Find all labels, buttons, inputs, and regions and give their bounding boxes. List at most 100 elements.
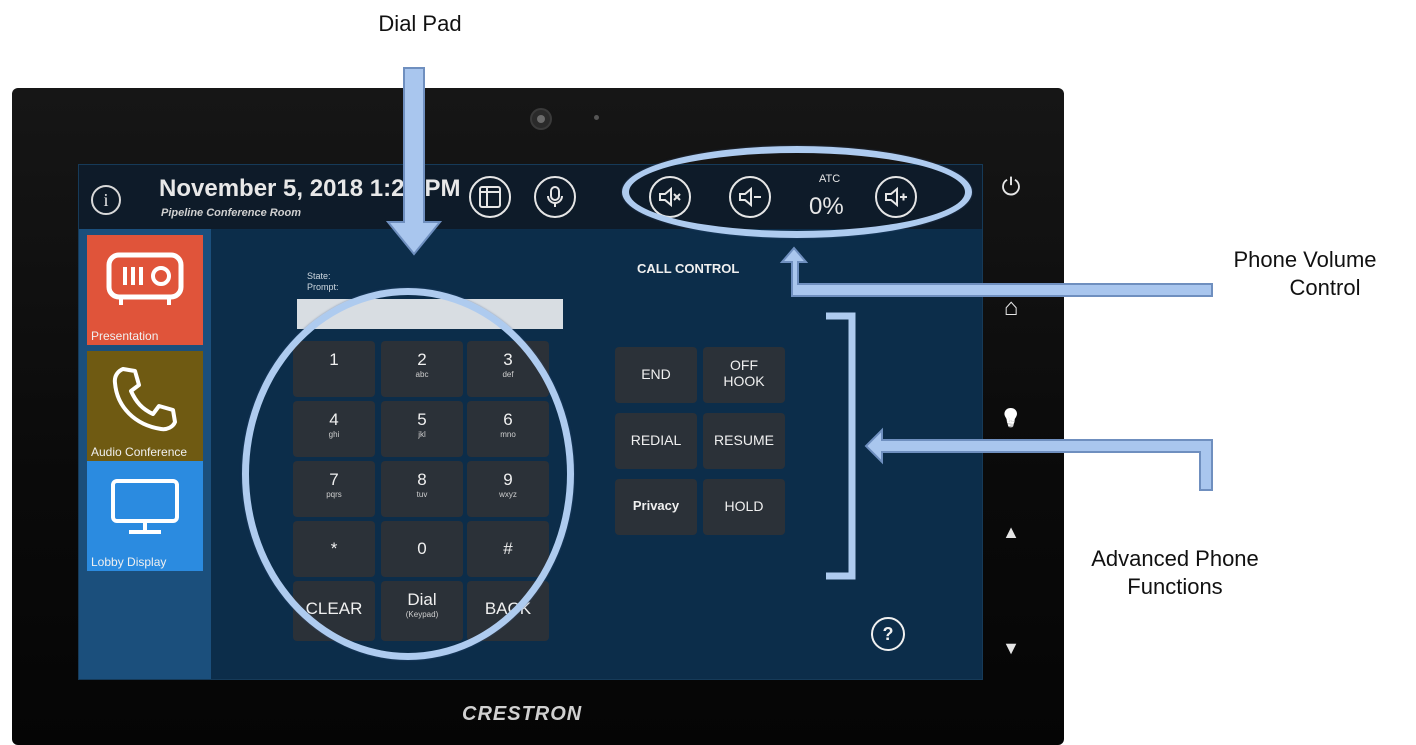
room-name: Pipeline Conference Room xyxy=(161,207,301,219)
home-icon[interactable]: ⌂ xyxy=(996,294,1026,322)
monitor-icon xyxy=(111,479,179,534)
date-time: November 5, 2018 1:20 PM xyxy=(159,175,461,202)
key-letters: tuv xyxy=(416,490,428,499)
speaker-mute-icon xyxy=(659,186,681,208)
dial-sublabel: (Keypad) xyxy=(405,610,439,619)
touch-screen: i November 5, 2018 1:20 PM Pipeline Conf… xyxy=(78,164,983,680)
audio-conference-panel: State: Prompt: 1 2 abc 3 def 4 ghi 5 jkl 6 mn… xyxy=(211,229,982,679)
key-digit: 1 xyxy=(329,350,339,369)
sidebar-item-lobby-display[interactable]: Lobby Display xyxy=(87,461,203,571)
atc-label: ATC xyxy=(819,173,841,185)
sidebar-item-label: Presentation xyxy=(91,329,159,343)
volume-up-button[interactable] xyxy=(875,176,917,218)
back-label: BACK xyxy=(484,599,532,618)
key-digit: 9 xyxy=(503,470,513,489)
off-hook-line2: HOOK xyxy=(723,373,765,389)
key-digit: 2 xyxy=(417,350,427,369)
key-letters: jkl xyxy=(418,430,426,439)
speaker-minus-icon xyxy=(739,186,761,208)
room-layout-button[interactable] xyxy=(469,176,511,218)
key-letters: mno xyxy=(500,430,516,439)
keypad-key-hash[interactable]: # xyxy=(467,521,549,577)
keypad-key-5[interactable]: 5 jkl xyxy=(381,401,463,457)
phone-icon xyxy=(112,367,177,432)
sidebar-item-audio-conference[interactable]: Audio Conference xyxy=(87,351,203,461)
speaker-plus-icon xyxy=(885,186,907,208)
power-icon[interactable]: ⏻ xyxy=(996,174,1026,202)
state-prompt-labels: State: Prompt: xyxy=(307,271,339,293)
key-digit: 3 xyxy=(503,350,513,369)
key-digit: 6 xyxy=(503,410,513,429)
callout-phone-volume: Phone Volume Control xyxy=(1205,246,1405,302)
callout-advanced-line2: Functions xyxy=(1127,574,1223,599)
keypad-key-0[interactable]: 0 xyxy=(381,521,463,577)
redial-label: REDIAL xyxy=(630,432,682,448)
volume-mute-button[interactable] xyxy=(649,176,691,218)
key-digit: 4 xyxy=(329,410,339,429)
keypad-key-1[interactable]: 1 xyxy=(293,341,375,397)
keypad-key-3[interactable]: 3 def xyxy=(467,341,549,397)
microphone-icon xyxy=(547,186,563,207)
keypad-key-2[interactable]: 2 abc xyxy=(381,341,463,397)
privacy-button[interactable]: Privacy xyxy=(615,479,697,535)
key-letters: def xyxy=(502,370,514,379)
end-call-button[interactable]: END xyxy=(615,347,697,403)
atc-volume-level: 0% xyxy=(809,193,844,220)
callout-advanced-functions: Advanced Phone Functions xyxy=(1075,545,1275,601)
camera-icon xyxy=(530,108,552,130)
sidebar-item-label: Audio Conference xyxy=(91,445,188,459)
key-digit: 8 xyxy=(417,470,427,489)
key-digit: 5 xyxy=(417,410,427,429)
info-icon[interactable]: i xyxy=(91,185,121,215)
prompt-label: Prompt: xyxy=(307,282,339,292)
key-letters: pqrs xyxy=(326,490,342,499)
key-letters: ghi xyxy=(328,430,340,439)
resume-button[interactable]: RESUME xyxy=(703,413,785,469)
end-label: END xyxy=(641,366,671,382)
room-layout-icon xyxy=(479,186,501,208)
volume-down-button[interactable] xyxy=(729,176,771,218)
callout-advanced-line1: Advanced Phone xyxy=(1091,546,1259,571)
call-control-title: CALL CONTROL xyxy=(637,261,740,276)
resume-label: RESUME xyxy=(714,432,774,448)
sidebar-item-presentation[interactable]: Presentation xyxy=(87,235,203,345)
key-letters: abc xyxy=(415,370,429,379)
callout-phone-volume-line2: Control xyxy=(1289,275,1361,300)
dial-number-field[interactable] xyxy=(297,299,563,329)
privacy-label: Privacy xyxy=(632,498,680,513)
state-label: State: xyxy=(307,271,331,281)
keypad-key-9[interactable]: 9 wxyz xyxy=(467,461,549,517)
key-digit: * xyxy=(330,539,338,558)
microphone-button[interactable] xyxy=(534,176,576,218)
redial-button[interactable]: REDIAL xyxy=(615,413,697,469)
arrow-down-icon[interactable]: ▼ xyxy=(996,638,1026,659)
back-button[interactable]: BACK xyxy=(467,581,549,641)
keypad-key-star[interactable]: * xyxy=(293,521,375,577)
keypad-key-7[interactable]: 7 pqrs xyxy=(293,461,375,517)
keypad-key-8[interactable]: 8 tuv xyxy=(381,461,463,517)
projector-icon xyxy=(106,252,184,305)
sensor-dot xyxy=(594,115,599,120)
keypad-key-6[interactable]: 6 mno xyxy=(467,401,549,457)
clear-button[interactable]: CLEAR xyxy=(293,581,375,641)
clear-label: CLEAR xyxy=(305,599,363,618)
hold-label: HOLD xyxy=(724,498,764,514)
key-digit: 0 xyxy=(417,539,427,558)
top-bar: i November 5, 2018 1:20 PM Pipeline Conf… xyxy=(79,165,982,229)
help-icon[interactable]: ? xyxy=(871,617,905,651)
sidebar-item-label: Lobby Display xyxy=(91,555,167,569)
dial-label: Dial xyxy=(407,590,437,609)
off-hook-button[interactable]: OFF HOOK xyxy=(703,347,785,403)
key-digit: 7 xyxy=(329,470,339,489)
hold-button[interactable]: HOLD xyxy=(703,479,785,535)
crestron-logo: CRESTRON xyxy=(462,703,583,725)
sidebar: Presentation Audio Conference Lobby Disp… xyxy=(79,229,211,679)
arrow-up-icon[interactable]: ▲ xyxy=(996,522,1026,543)
off-hook-line1: OFF xyxy=(730,357,758,373)
callout-dial-pad: Dial Pad xyxy=(378,11,462,36)
key-digit: # xyxy=(503,539,513,558)
dial-button[interactable]: Dial (Keypad) xyxy=(381,581,463,641)
lightbulb-icon[interactable]: 💡 xyxy=(996,408,1026,429)
callout-phone-volume-line1: Phone Volume xyxy=(1233,247,1377,272)
keypad-key-4[interactable]: 4 ghi xyxy=(293,401,375,457)
